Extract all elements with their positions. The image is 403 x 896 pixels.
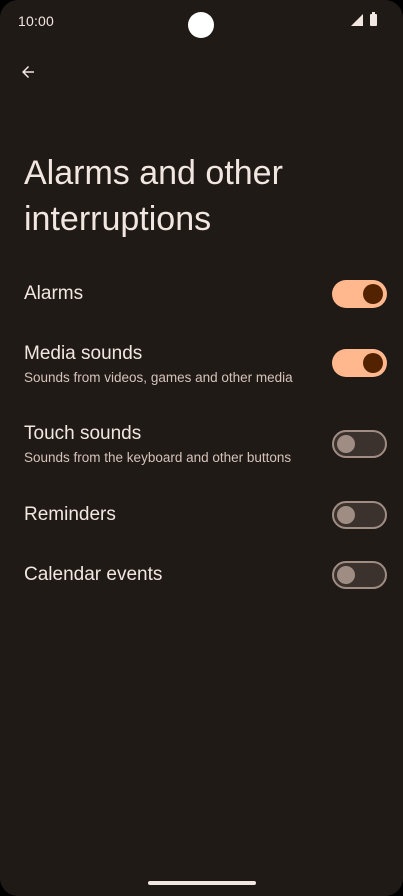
touch-sounds-toggle[interactable] bbox=[332, 430, 387, 458]
alarms-toggle[interactable] bbox=[332, 280, 387, 308]
back-button[interactable] bbox=[11, 55, 45, 89]
arrow-back-icon bbox=[22, 66, 34, 78]
camera-cutout bbox=[188, 12, 214, 38]
setting-row-calendar-events[interactable]: Calendar events bbox=[0, 544, 403, 604]
setting-row-media-sounds[interactable]: Media sounds Sounds from videos, games a… bbox=[0, 323, 403, 404]
calendar-events-toggle[interactable] bbox=[332, 561, 387, 589]
status-bar: 10:00 bbox=[0, 0, 403, 44]
home-indicator[interactable] bbox=[148, 881, 256, 885]
signal-icon bbox=[351, 14, 363, 26]
status-icons bbox=[351, 12, 377, 26]
settings-list: Alarms Media sounds Sounds from videos, … bbox=[0, 263, 403, 604]
toggle-thumb bbox=[337, 435, 355, 453]
setting-row-reminders[interactable]: Reminders bbox=[0, 484, 403, 544]
setting-row-alarms[interactable]: Alarms bbox=[0, 263, 403, 323]
battery-icon bbox=[370, 12, 377, 26]
toggle-thumb bbox=[337, 566, 355, 584]
status-time: 10:00 bbox=[18, 13, 55, 29]
phone-screen: 10:00 Alarms and other interruptions Ala… bbox=[0, 0, 403, 896]
toggle-thumb bbox=[337, 506, 355, 524]
toggle-thumb bbox=[363, 353, 383, 373]
media-sounds-toggle[interactable] bbox=[332, 349, 387, 377]
page-title: Alarms and other interruptions bbox=[24, 154, 283, 238]
setting-row-touch-sounds[interactable]: Touch sounds Sounds from the keyboard an… bbox=[0, 404, 403, 484]
toggle-thumb bbox=[363, 284, 383, 304]
reminders-toggle[interactable] bbox=[332, 501, 387, 529]
